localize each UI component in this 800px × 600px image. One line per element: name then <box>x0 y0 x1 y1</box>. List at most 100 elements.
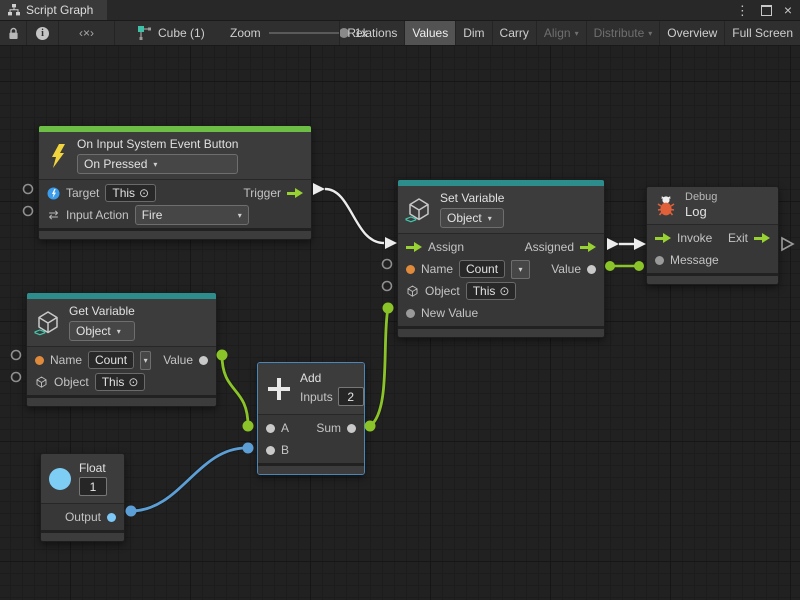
port-label-b: B <box>281 443 289 457</box>
node-float[interactable]: Float 1 Output <box>40 453 125 542</box>
assign-input-port-icon[interactable] <box>406 242 422 252</box>
overview-button[interactable]: Overview <box>659 21 724 45</box>
target-self-icon: ⊙ <box>128 376 138 388</box>
port-row-output: Output <box>41 506 124 528</box>
dropdown-arrow-icon: ▾ <box>488 214 492 223</box>
dim-label: Dim <box>463 26 484 40</box>
object-cube-icon <box>406 285 419 298</box>
port-label-name: Name <box>50 353 82 367</box>
node-header[interactable]: <> Set Variable Object ▾ <box>398 186 604 234</box>
breadcrumb[interactable]: Cube (1) <box>138 21 205 45</box>
distribute-button[interactable]: Distribute▾ <box>586 21 660 45</box>
port-label-trigger: Trigger <box>243 186 281 200</box>
node-title: Log <box>685 204 717 219</box>
input-action-icon: ⇄ <box>47 208 60 222</box>
align-button[interactable]: Align▾ <box>536 21 586 45</box>
port-row-name: Name Count ▾ Value <box>27 349 216 371</box>
tab-script-graph[interactable]: Script Graph <box>0 0 107 20</box>
window-menu-icon[interactable]: ⋮ <box>736 4 749 17</box>
dim-button[interactable]: Dim <box>455 21 491 45</box>
graph-canvas[interactable]: On Input System Event Button On Pressed … <box>0 46 800 600</box>
chip-value: This <box>102 375 125 389</box>
port-label-sum: Sum <box>316 421 341 435</box>
node-category: Debug <box>685 192 717 203</box>
assigned-output-port-icon[interactable] <box>580 242 596 252</box>
port-label-object: Object <box>425 284 460 298</box>
port-label-value: Value <box>163 353 193 367</box>
dropdown-value: Fire <box>142 208 163 222</box>
inputs-count-field[interactable]: 2 <box>338 387 364 406</box>
target-self-icon: ⊙ <box>139 187 149 199</box>
variable-kind-dropdown[interactable]: Object ▾ <box>69 321 135 341</box>
port-label-object: Object <box>54 375 89 389</box>
name-value-chip[interactable]: Count <box>459 260 505 278</box>
name-input-port[interactable] <box>35 356 44 365</box>
node-header[interactable]: On Input System Event Button On Pressed … <box>39 132 311 180</box>
code-view-button[interactable]: ‹×› <box>59 21 115 45</box>
node-header[interactable]: Float 1 <box>41 454 124 504</box>
target-self-icon: ⊙ <box>499 285 509 297</box>
node-add[interactable]: Add Inputs 2 A Sum B <box>257 362 365 475</box>
object-self-chip[interactable]: This ⊙ <box>95 373 146 391</box>
values-label: Values <box>412 26 448 40</box>
relations-label: Relations <box>347 26 397 40</box>
lock-button[interactable] <box>0 21 27 45</box>
node-title: Float <box>79 461 107 475</box>
trigger-output-port-icon[interactable] <box>287 188 303 198</box>
plus-icon <box>266 376 292 402</box>
input-action-dropdown[interactable]: Fire ▾ <box>135 205 249 225</box>
exit-output-port-icon[interactable] <box>754 233 770 243</box>
node-set-variable[interactable]: <> Set Variable Object ▾ Assign Assigned… <box>397 179 605 338</box>
values-button[interactable]: Values <box>404 21 455 45</box>
port-label-input-action: Input Action <box>66 208 129 222</box>
port-label-message: Message <box>670 253 719 267</box>
carry-button[interactable]: Carry <box>492 21 536 45</box>
dropdown-value: On Pressed <box>84 157 147 171</box>
port-label-value: Value <box>551 262 581 276</box>
dropdown-arrow-icon: ▾ <box>153 160 157 169</box>
object-self-chip[interactable]: This ⊙ <box>466 282 517 300</box>
tab-label: Script Graph <box>26 3 93 17</box>
name-dropdown-button[interactable]: ▾ <box>511 260 530 279</box>
graph-toolbar: i ‹×› Cube (1) Zoom 1x Relations Values … <box>0 21 800 46</box>
align-label: Align <box>544 26 571 40</box>
port-row-object: Object This ⊙ <box>27 371 216 393</box>
info-button[interactable]: i <box>27 21 59 45</box>
relations-button[interactable]: Relations <box>339 21 404 45</box>
port-row-assign: Assign Assigned <box>398 236 604 258</box>
object-cube-icon <box>35 376 48 389</box>
b-input-port[interactable] <box>266 446 275 455</box>
invoke-input-port-icon[interactable] <box>655 233 671 243</box>
node-get-variable[interactable]: <> Get Variable Object ▾ Name Count ▾ Va… <box>26 292 217 407</box>
node-header[interactable]: Add Inputs 2 <box>258 363 364 415</box>
message-input-port[interactable] <box>655 256 664 265</box>
maximize-icon[interactable] <box>761 5 772 16</box>
chevron-down-icon: ▾ <box>648 29 652 38</box>
port-row-name: Name Count ▾ Value <box>398 258 604 280</box>
a-input-port[interactable] <box>266 424 275 433</box>
node-on-input-system-event-button[interactable]: On Input System Event Button On Pressed … <box>38 125 312 240</box>
sum-output-port[interactable] <box>347 424 356 433</box>
event-mode-dropdown[interactable]: On Pressed ▾ <box>77 154 238 174</box>
node-header[interactable]: Debug Log <box>647 187 778 225</box>
node-footer <box>398 326 604 337</box>
target-self-chip[interactable]: This ⊙ <box>105 184 156 202</box>
name-dropdown-button[interactable]: ▾ <box>140 351 151 370</box>
port-row-a: A Sum <box>258 417 364 439</box>
close-icon[interactable]: × <box>784 3 792 17</box>
output-port[interactable] <box>107 513 116 522</box>
variable-kind-dropdown[interactable]: Object ▾ <box>440 208 504 228</box>
value-output-port[interactable] <box>587 265 596 274</box>
breadcrumb-label: Cube (1) <box>158 26 205 40</box>
node-header[interactable]: <> Get Variable Object ▾ <box>27 299 216 347</box>
node-debug-log[interactable]: Debug Log Invoke Exit Message <box>646 186 779 285</box>
fullscreen-button[interactable]: Full Screen <box>724 21 800 45</box>
lightning-icon <box>47 144 69 168</box>
name-value-chip[interactable]: Count <box>88 351 134 369</box>
float-value-field[interactable]: 1 <box>79 477 107 496</box>
new-value-input-port[interactable] <box>406 309 415 318</box>
name-input-port[interactable] <box>406 265 415 274</box>
chip-value: This <box>112 186 135 200</box>
zoom-slider[interactable] <box>269 32 347 34</box>
value-output-port[interactable] <box>199 356 208 365</box>
